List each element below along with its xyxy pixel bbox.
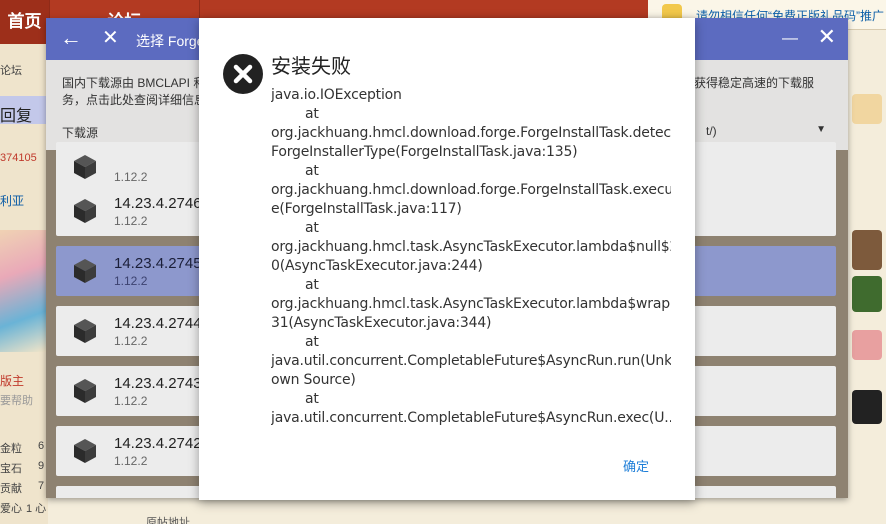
forum-bottom-text[interactable]: 原帖地址	[146, 514, 190, 524]
stat-gold-label: 金粒	[0, 443, 22, 455]
window-close-icon[interactable]: ✕	[818, 26, 836, 48]
stacktrace-line: org.jackhuang.hmcl.download.forge.ForgeI…	[271, 182, 671, 198]
minimize-icon[interactable]: —	[782, 30, 798, 48]
forge-anvil-icon	[74, 319, 96, 343]
stacktrace-line: own Source)	[271, 372, 356, 388]
reply-hand-icon	[852, 94, 882, 124]
error-icon	[223, 54, 263, 94]
user-avatar[interactable]	[0, 230, 48, 352]
dialog-title: 安装失败	[271, 54, 351, 78]
forge-anvil-icon	[74, 439, 96, 463]
stacktrace-line: 31(AsyncTaskExecutor.java:344)	[271, 315, 492, 331]
forum-user-column: 论坛 回复 374105 利亚 版主 要帮助 金粒 6 宝石 9 贡献 7 爱心…	[0, 44, 48, 524]
forum-breadcrumb[interactable]: 论坛	[0, 62, 22, 78]
minecraft-version: 1.12.2	[114, 454, 148, 468]
forge-anvil-icon	[74, 379, 96, 403]
stacktrace-line: java.util.concurrent.CompletableFuture$A…	[271, 410, 671, 426]
stacktrace-line: at	[305, 277, 319, 293]
version-number: 14.23.4.2745	[114, 255, 202, 272]
stacktrace-line: org.jackhuang.hmcl.task.AsyncTaskExecuto…	[271, 296, 671, 312]
stacktrace-line: at	[305, 163, 319, 179]
forge-anvil-icon	[74, 155, 96, 179]
pixel-badge-icon	[852, 390, 882, 424]
stacktrace-line: at	[305, 220, 319, 236]
confirm-button[interactable]: 确定	[623, 456, 649, 475]
minecraft-version: 1.12.2	[114, 214, 148, 228]
install-failed-dialog: 安装失败 java.io.IOException at org.jackhuang.…	[199, 18, 695, 500]
forum-bottom-strip: 原帖地址	[48, 498, 848, 524]
stacktrace-line: org.jackhuang.hmcl.download.forge.ForgeI…	[271, 125, 671, 141]
source-description-line1: 国内下载源由 BMCLAPI 和	[62, 76, 206, 90]
user-uid: 374105	[0, 152, 37, 164]
stacktrace-line: 0(AsyncTaskExecutor.java:244)	[271, 258, 483, 274]
user-role-note: 要帮助	[0, 395, 33, 407]
pixel-badge-icon	[852, 330, 882, 360]
version-number: 14.23.4.2742	[114, 435, 202, 452]
forge-anvil-icon	[74, 259, 96, 283]
stat-contrib-label: 贡献	[0, 483, 22, 495]
stat-love-label: 爱心	[0, 503, 22, 515]
download-source-value: t/)	[706, 124, 717, 138]
user-role: 版主	[0, 374, 25, 388]
chevron-down-icon: ▼	[816, 124, 826, 135]
stacktrace-line: e(ForgeInstallTask.java:117)	[271, 201, 462, 217]
stat-contrib-value: 7	[38, 480, 45, 492]
source-description-line2[interactable]: 务，点击此处查阅详细信息	[62, 91, 206, 108]
launcher-title: 选择 Forge	[136, 33, 205, 49]
forge-anvil-icon	[70, 496, 100, 498]
username-link[interactable]: 利亚	[0, 192, 24, 209]
stat-gem-label: 宝石	[0, 463, 22, 475]
download-source-label: 下载源	[62, 126, 99, 140]
minecraft-version: 1.12.2	[114, 170, 148, 184]
minecraft-version: 1.12.2	[114, 274, 148, 288]
stacktrace-line: java.util.concurrent.CompletableFuture$A…	[271, 353, 671, 369]
version-number: 14.23.4.2744	[114, 315, 202, 332]
stat-love-value: 1 心	[26, 503, 47, 515]
stacktrace-line: ForgeInstallerType(ForgeInstallTask.java…	[271, 144, 578, 160]
minecraft-version: 1.12.2	[114, 334, 148, 348]
pixel-badge-icon	[852, 230, 882, 270]
nav-home[interactable]: 首页	[0, 0, 50, 44]
pixel-badge-icon	[852, 276, 882, 312]
minecraft-version: 1.12.2	[114, 394, 148, 408]
version-number: 14.23.4.2746	[114, 195, 202, 212]
stat-gold-value: 6	[38, 440, 45, 452]
stacktrace-line: org.jackhuang.hmcl.task.AsyncTaskExecuto…	[271, 239, 671, 255]
stat-gem-value: 9	[38, 460, 45, 472]
stacktrace-line: at	[305, 391, 319, 407]
source-description-right: 以获得稳定高速的下载服	[682, 76, 815, 90]
back-arrow-icon[interactable]: ←	[60, 27, 82, 49]
forge-anvil-icon	[74, 199, 96, 223]
version-number: 14.23.4.2743	[114, 375, 202, 392]
stacktrace-line: java.io.IOException	[271, 87, 402, 103]
stacktrace-line: at	[305, 334, 319, 350]
error-stacktrace: java.io.IOException at org.jackhuang.hmcl.…	[271, 86, 671, 430]
forum-right-column	[848, 30, 886, 524]
close-icon[interactable]: ✕	[102, 27, 119, 49]
reply-button[interactable]: 回复	[0, 96, 48, 125]
reply-label: 回复	[0, 108, 33, 125]
stacktrace-line: at	[305, 106, 319, 122]
